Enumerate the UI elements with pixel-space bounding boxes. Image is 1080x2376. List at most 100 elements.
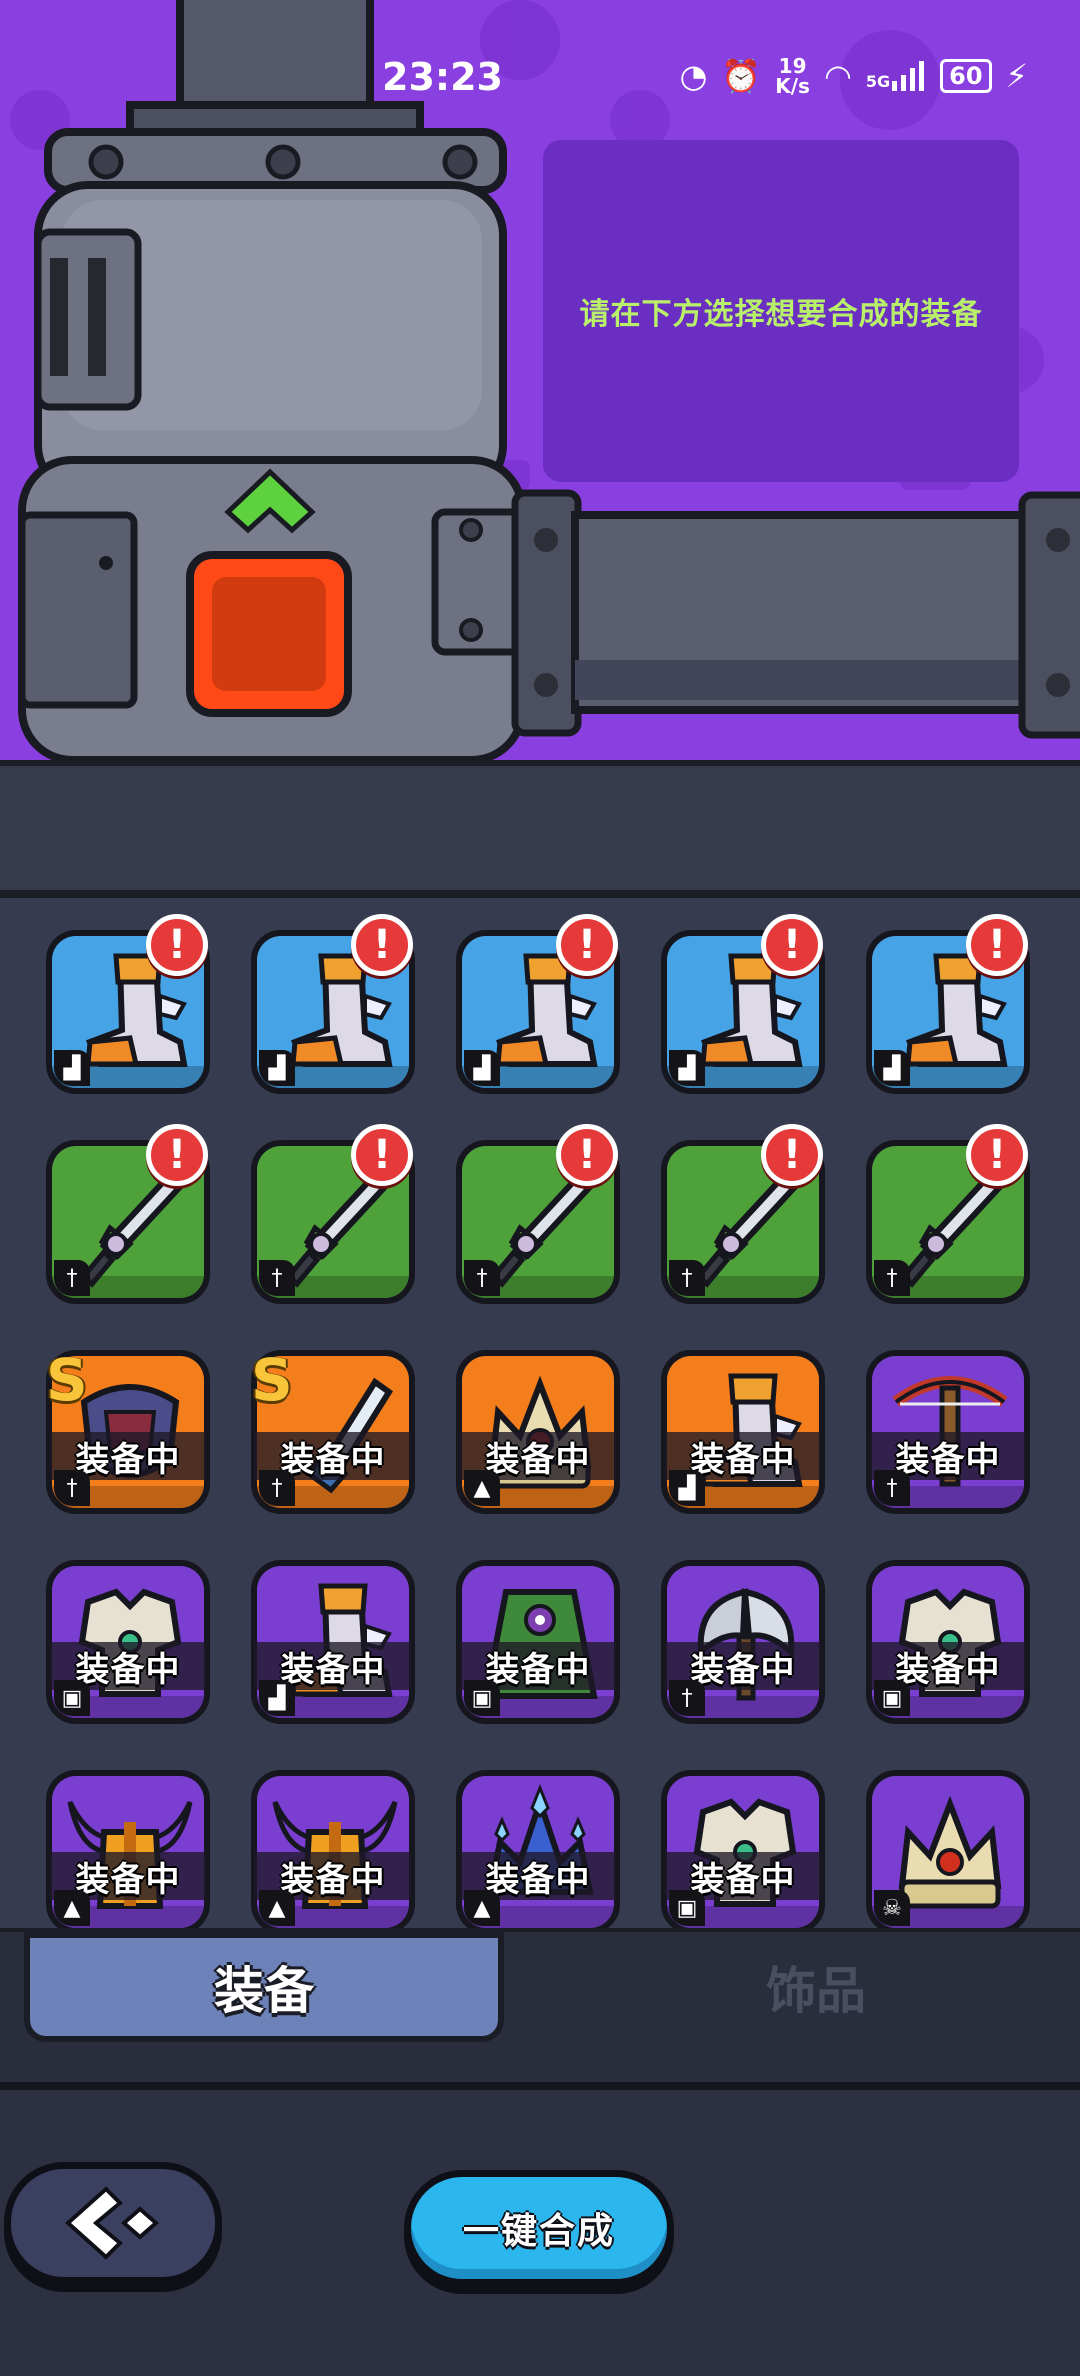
equipment-slot[interactable]: ▟!: [251, 914, 415, 1094]
equipped-label: 装备中: [280, 1859, 386, 1900]
boot-slot-icon: ▟: [669, 1050, 705, 1086]
alert-badge-icon: !: [761, 914, 823, 976]
armor-slot-icon: ▣: [874, 1680, 910, 1716]
sword-slot-icon: †: [54, 1260, 90, 1296]
bottom-bar: 一键合成: [0, 2090, 1080, 2376]
equipment-grid: ▟! ▟! ▟! ▟! ▟! †! †! †! †! †! 装备中 † S 装备中 † S 装备中 ▲ 装备中 ▟ 装备…: [46, 914, 1030, 1928]
equipped-label: 装备中: [485, 1859, 591, 1900]
tab-accessory-label: 饰品: [766, 1962, 866, 2020]
alert-badge-icon: !: [556, 1124, 618, 1186]
equipped-label: 装备中: [485, 1649, 591, 1690]
equipment-slot[interactable]: 装备中 ▲: [251, 1770, 415, 1928]
equipment-slot[interactable]: 装备中 ▲: [456, 1770, 620, 1928]
equipped-label: 装备中: [895, 1439, 1001, 1480]
helmet-slot-icon: ▲: [259, 1890, 295, 1926]
equipment-grid-area: ▟! ▟! ▟! ▟! ▟! †! †! †! †! †! 装备中 † S 装备中 † S 装备中 ▲ 装备中 ▟ 装备…: [0, 898, 1080, 1928]
battery-indicator: 60: [940, 59, 992, 93]
tab-accessory[interactable]: 饰品: [576, 1932, 1056, 2042]
armor-slot-icon: ▣: [54, 1680, 90, 1716]
equipment-slot[interactable]: †!: [46, 1124, 210, 1304]
equipment-slot[interactable]: 装备中 † S: [46, 1346, 210, 1514]
equipment-slot[interactable]: 装备中 ▲: [46, 1770, 210, 1928]
equipment-slot[interactable]: ▟!: [46, 914, 210, 1094]
tab-equipment-label: 装备: [214, 1962, 314, 2020]
equipment-slot[interactable]: 装备中 ▲: [456, 1350, 620, 1514]
sword-slot-icon: †: [464, 1260, 500, 1296]
grade-badge: S: [46, 1346, 88, 1414]
armor-slot-icon: ▣: [669, 1890, 705, 1926]
back-arrow-icon: [65, 2186, 160, 2260]
equipped-label: 装备中: [280, 1649, 386, 1690]
alarm-icon: ⏰: [721, 57, 762, 95]
alert-badge-icon: !: [146, 1124, 208, 1186]
signal-label: 5G: [865, 72, 891, 91]
equipped-label: 装备中: [485, 1439, 591, 1480]
equipment-slot[interactable]: 装备中 ▣: [46, 1560, 210, 1724]
alert-badge-icon: !: [351, 914, 413, 976]
game-screen: { "status_bar": { "time": "23:23", "net_…: [0, 0, 1080, 2376]
equipment-slot[interactable]: 装备中 ▣: [866, 1560, 1030, 1724]
boot-slot-icon: ▟: [54, 1050, 90, 1086]
equipped-label: 装备中: [690, 1649, 796, 1690]
equipment-slot[interactable]: ▟!: [866, 914, 1030, 1094]
equipment-slot[interactable]: 装备中 ▟: [251, 1560, 415, 1724]
merge-all-label: 一键合成: [462, 2211, 615, 2252]
equipped-label: 装备中: [690, 1439, 796, 1480]
equipment-slot[interactable]: ▟!: [661, 914, 825, 1094]
network-speed: 19 K/s: [775, 56, 810, 96]
sword-slot-icon: †: [874, 1470, 910, 1506]
instruction-text: 请在下方选择想要合成的装备: [579, 297, 983, 332]
category-tabs: 装备 饰品: [0, 1928, 1080, 2090]
equipment-slot[interactable]: 装备中 † S: [251, 1346, 415, 1514]
boot-slot-icon: ▟: [259, 1050, 295, 1086]
equipment-slot[interactable]: 装备中 †: [866, 1350, 1030, 1514]
status-time: 23:23: [382, 55, 503, 99]
boot-slot-icon: ▟: [669, 1470, 705, 1506]
helmet-slot-icon: ▲: [464, 1890, 500, 1926]
equipped-label: 装备中: [280, 1439, 386, 1480]
equipment-slot[interactable]: †!: [866, 1124, 1030, 1304]
equipment-slot[interactable]: 装备中 †: [661, 1560, 825, 1724]
equipment-slot[interactable]: †!: [661, 1124, 825, 1304]
sword-slot-icon: †: [874, 1260, 910, 1296]
equipment-slot[interactable]: †!: [456, 1124, 620, 1304]
equipped-label: 装备中: [75, 1859, 181, 1900]
equipment-slot[interactable]: 装备中 ▟: [661, 1350, 825, 1514]
boot-slot-icon: ▟: [874, 1050, 910, 1086]
network-speed-unit: K/s: [775, 74, 810, 98]
grade-badge: S: [251, 1346, 293, 1414]
alert-badge-icon: !: [761, 1124, 823, 1186]
sword-slot-icon: †: [54, 1470, 90, 1506]
equipment-slot[interactable]: 装备中 ▣: [456, 1560, 620, 1724]
equipped-label: 装备中: [75, 1649, 181, 1690]
boot-slot-icon: ▟: [464, 1050, 500, 1086]
back-button[interactable]: [4, 2162, 222, 2284]
network-speed-value: 19: [778, 54, 807, 78]
equipment-slot[interactable]: ▟!: [456, 914, 620, 1094]
equipment-slot[interactable]: 装备中 ▣: [661, 1770, 825, 1928]
boot-slot-icon: ▟: [259, 1680, 295, 1716]
sword-slot-icon: †: [669, 1680, 705, 1716]
equipment-slot[interactable]: ☠: [866, 1770, 1030, 1928]
equipped-label: 装备中: [690, 1859, 796, 1900]
equipped-label: 装备中: [895, 1649, 1001, 1690]
speedometer-icon: ◔: [679, 57, 708, 95]
equipment-slot[interactable]: †!: [251, 1124, 415, 1304]
alert-badge-icon: !: [966, 914, 1028, 976]
instruction-panel: 请在下方选择想要合成的装备: [543, 140, 1019, 482]
status-icons: ◔ ⏰ 19 K/s ◠ 5G 60 ⚡: [679, 56, 1028, 96]
alert-badge-icon: !: [556, 914, 618, 976]
merge-all-button[interactable]: 一键合成: [404, 2170, 674, 2286]
signal-icon: 5G: [866, 61, 926, 91]
skull-slot-icon: ☠: [874, 1890, 910, 1926]
equipped-label: 装备中: [75, 1439, 181, 1480]
tab-equipment[interactable]: 装备: [24, 1932, 504, 2042]
helmet-slot-icon: ▲: [54, 1890, 90, 1926]
charging-icon: ⚡: [1005, 57, 1028, 95]
alert-badge-icon: !: [351, 1124, 413, 1186]
helmet-slot-icon: ▲: [464, 1470, 500, 1506]
status-bar: 23:23 ◔ ⏰ 19 K/s ◠ 5G 60 ⚡: [0, 0, 1080, 160]
wifi-icon: ◠: [823, 57, 852, 95]
sword-slot-icon: †: [259, 1470, 295, 1506]
forge-scene: 请在下方选择想要合成的装备 23:23 ◔ ⏰ 19 K/s ◠ 5G 60 ⚡: [0, 0, 1080, 760]
